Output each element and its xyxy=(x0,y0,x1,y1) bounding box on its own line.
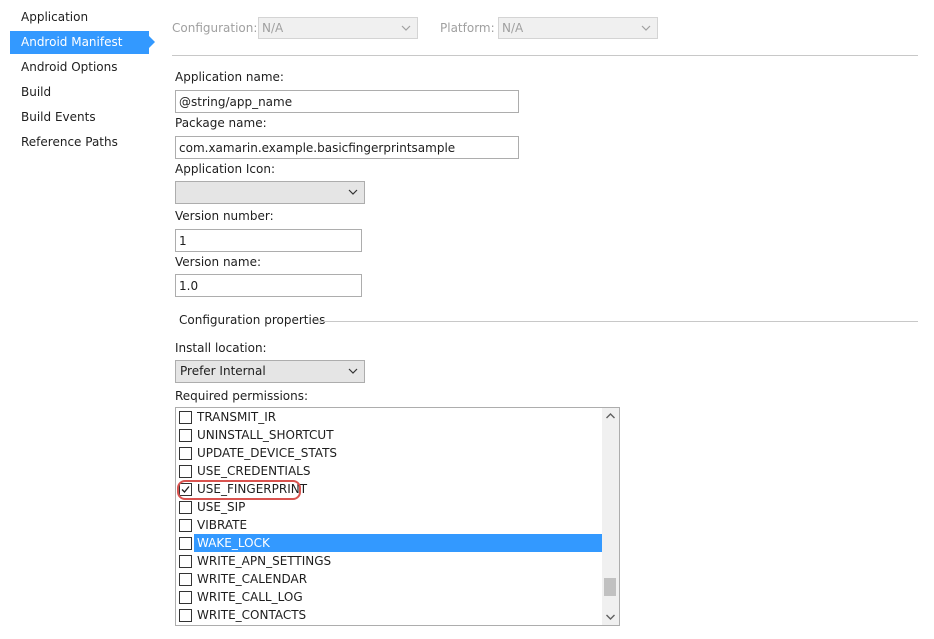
permission-checkbox[interactable] xyxy=(179,411,192,424)
checkmark-icon xyxy=(181,486,190,493)
permission-label: USE_CREDENTIALS xyxy=(197,464,311,478)
permissions-scrollbar[interactable] xyxy=(602,408,619,625)
permission-checkbox[interactable] xyxy=(179,501,192,514)
permission-label: WRITE_CALL_LOG xyxy=(197,590,303,604)
platform-select[interactable]: N/A xyxy=(498,17,658,39)
chevron-down-icon xyxy=(348,368,358,374)
permission-checkbox[interactable] xyxy=(179,609,192,622)
chevron-down-icon xyxy=(348,189,358,195)
platform-label: Platform: xyxy=(440,21,495,35)
permission-checkbox[interactable] xyxy=(179,483,192,496)
permission-checkbox[interactable] xyxy=(179,519,192,532)
permission-item-write-call-log[interactable]: WRITE_CALL_LOG xyxy=(176,588,602,606)
permission-label: USE_FINGERPRINT xyxy=(197,482,308,496)
configuration-properties-divider xyxy=(318,321,918,322)
app-icon-label: Application Icon: xyxy=(175,162,275,176)
sidebar-item-android-manifest[interactable]: Android Manifest xyxy=(10,31,155,54)
configuration-properties-title: Configuration properties xyxy=(179,313,326,327)
permission-label: UPDATE_DEVICE_STATS xyxy=(197,446,338,460)
permission-checkbox[interactable] xyxy=(179,429,192,442)
permission-label: UNINSTALL_SHORTCUT xyxy=(197,428,334,442)
version-number-input[interactable] xyxy=(175,229,362,252)
permission-item-use-credentials[interactable]: USE_CREDENTIALS xyxy=(176,462,602,480)
permission-checkbox[interactable] xyxy=(179,447,192,460)
permission-label: WRITE_CALENDAR xyxy=(197,572,308,586)
scrollbar-thumb[interactable] xyxy=(604,578,616,596)
configuration-value: N/A xyxy=(262,21,284,35)
sidebar-item-android-options[interactable]: Android Options xyxy=(10,56,149,79)
permission-checkbox[interactable] xyxy=(179,591,192,604)
permission-item-update-device-stats[interactable]: UPDATE_DEVICE_STATS xyxy=(176,444,602,462)
configuration-select[interactable]: N/A xyxy=(258,17,418,39)
install-location-value: Prefer Internal xyxy=(180,364,266,378)
sidebar-item-build[interactable]: Build xyxy=(10,81,149,104)
permission-checkbox[interactable] xyxy=(179,555,192,568)
permissions-list[interactable]: TRANSMIT_IR UNINSTALL_SHORTCUT UPDATE_DE… xyxy=(175,407,620,626)
app-icon-select[interactable] xyxy=(175,181,365,204)
scroll-down-arrow-icon[interactable] xyxy=(602,608,619,625)
permission-label: WRITE_APN_SETTINGS xyxy=(197,554,332,568)
sidebar-item-build-events[interactable]: Build Events xyxy=(10,106,149,129)
permission-label: WAKE_LOCK xyxy=(197,536,270,550)
chevron-down-icon xyxy=(401,25,411,31)
config-bar-divider xyxy=(172,55,918,56)
sidebar-item-reference-paths[interactable]: Reference Paths xyxy=(10,131,149,154)
permission-label: USE_SIP xyxy=(197,500,246,514)
permission-checkbox[interactable] xyxy=(179,573,192,586)
install-location-label: Install location: xyxy=(175,341,267,355)
required-permissions-label: Required permissions: xyxy=(175,389,309,403)
permission-label: WRITE_CONTACTS xyxy=(197,608,307,622)
scroll-up-arrow-icon[interactable] xyxy=(602,408,619,425)
permission-checkbox[interactable] xyxy=(179,465,192,478)
install-location-select[interactable]: Prefer Internal xyxy=(175,360,365,383)
permission-label: TRANSMIT_IR xyxy=(197,410,277,424)
permission-item-write-contacts[interactable]: WRITE_CONTACTS xyxy=(176,606,602,624)
project-properties-window: Application Android Manifest Android Opt… xyxy=(0,0,934,639)
permission-item-use-sip[interactable]: USE_SIP xyxy=(176,498,602,516)
permission-item-write-apn-settings[interactable]: WRITE_APN_SETTINGS xyxy=(176,552,602,570)
permission-item-vibrate[interactable]: VIBRATE xyxy=(176,516,602,534)
chevron-down-icon xyxy=(641,25,651,31)
package-name-label: Package name: xyxy=(175,116,267,130)
app-name-label: Application name: xyxy=(175,70,284,84)
package-name-input[interactable] xyxy=(175,136,519,159)
sidebar-item-application[interactable]: Application xyxy=(10,6,149,29)
version-name-input[interactable] xyxy=(175,274,362,297)
permission-item-transmit-ir[interactable]: TRANSMIT_IR xyxy=(176,408,602,426)
permission-item-use-fingerprint[interactable]: USE_FINGERPRINT xyxy=(176,480,602,498)
permission-label: VIBRATE xyxy=(197,518,248,532)
sidebar: Application Android Manifest Android Opt… xyxy=(0,0,158,639)
app-name-input[interactable] xyxy=(175,90,519,113)
permission-item-write-calendar[interactable]: WRITE_CALENDAR xyxy=(176,570,602,588)
permission-item-wake-lock[interactable]: WAKE_LOCK xyxy=(176,534,602,552)
permission-item-uninstall-shortcut[interactable]: UNINSTALL_SHORTCUT xyxy=(176,426,602,444)
version-name-label: Version name: xyxy=(175,255,262,269)
permission-checkbox[interactable] xyxy=(179,537,192,550)
configuration-label: Configuration: xyxy=(172,21,258,35)
version-number-label: Version number: xyxy=(175,209,274,223)
platform-value: N/A xyxy=(502,21,524,35)
